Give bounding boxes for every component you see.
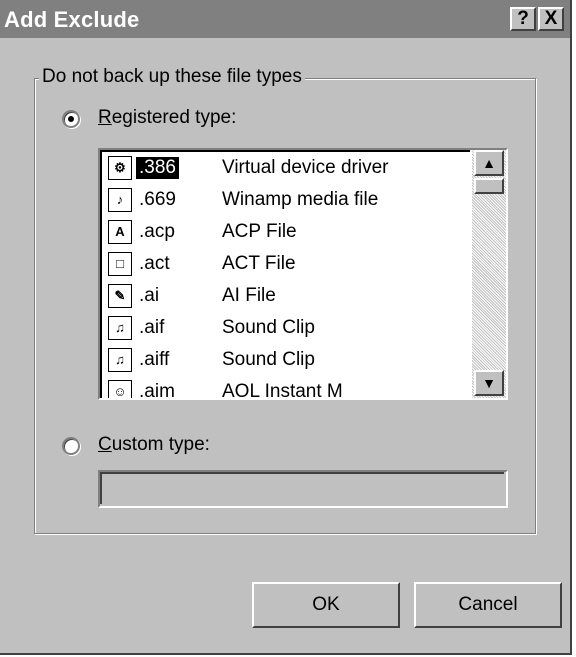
aim-icon: ☺ <box>108 380 132 398</box>
registered-label-text: egistered type: <box>111 107 237 128</box>
list-item-description: AI File <box>222 285 276 306</box>
add-exclude-dialog: Add Exclude ? X Do not back up these fil… <box>0 0 572 655</box>
list-item[interactable]: ⚙ .386 Virtual device driver <box>102 154 470 186</box>
list-item-extension: .aiff <box>139 349 170 370</box>
list-item-description: AOL Instant M <box>222 381 343 398</box>
custom-type-radio[interactable] <box>62 437 80 455</box>
registered-type-radio[interactable] <box>62 110 80 128</box>
list-item-description: ACT File <box>222 253 296 274</box>
list-item-extension: .acp <box>139 221 175 242</box>
title-bar[interactable]: Add Exclude ? X <box>0 0 570 38</box>
list-item-extension: .act <box>139 253 170 274</box>
sound-icon: ♫ <box>108 348 132 372</box>
list-item-extension: .aim <box>139 381 175 398</box>
act-icon: □ <box>108 252 132 276</box>
list-item[interactable]: A .acp ACP File <box>102 218 470 250</box>
scroll-up-button[interactable]: ▲ <box>474 150 504 176</box>
list-item-extension: .386 <box>136 157 179 179</box>
list-item-description: Winamp media file <box>222 189 379 210</box>
radio-selected-dot <box>68 116 74 122</box>
list-item[interactable]: ☺ .aim AOL Instant M <box>102 378 470 398</box>
list-item-extension: .aif <box>139 317 165 338</box>
list-item-description: Virtual device driver <box>222 157 389 178</box>
custom-label-text: ustom type: <box>111 434 210 455</box>
registered-type-list[interactable]: ⚙ .386 Virtual device driver ♪ .669 Winamp me… <box>98 148 508 400</box>
list-item[interactable]: ✎ .ai AI File <box>102 282 470 314</box>
group-label: Do not back up these file types <box>39 66 305 88</box>
help-button[interactable]: ? <box>510 7 536 31</box>
list-item[interactable]: □ .act ACT File <box>102 250 470 282</box>
list-item-extension: .ai <box>139 285 160 306</box>
ai-icon: ✎ <box>108 284 132 308</box>
acp-icon: A <box>108 220 132 244</box>
window-title: Add Exclude <box>4 7 140 32</box>
scroll-down-button[interactable]: ▼ <box>474 370 504 396</box>
media-icon: ♪ <box>108 188 132 212</box>
sound-icon: ♫ <box>108 316 132 340</box>
list-item-description: Sound Clip <box>222 349 315 370</box>
custom-type-input[interactable] <box>100 472 504 504</box>
ok-button[interactable]: OK <box>252 582 400 628</box>
registered-type-label[interactable]: Registered type: <box>98 107 236 129</box>
cancel-button[interactable]: Cancel <box>414 582 562 628</box>
list-item[interactable]: ♪ .669 Winamp media file <box>102 186 470 218</box>
list-item-extension: .669 <box>139 189 176 210</box>
list-item[interactable]: ♫ .aiff Sound Clip <box>102 346 470 378</box>
registered-mnemonic: R <box>98 107 112 128</box>
custom-mnemonic: C <box>98 434 112 455</box>
list-item[interactable]: ♫ .aif Sound Clip <box>102 314 470 346</box>
custom-type-label[interactable]: Custom type: <box>98 434 210 456</box>
driver-icon: ⚙ <box>108 156 132 180</box>
custom-type-field[interactable] <box>98 470 508 508</box>
list-items-area: ⚙ .386 Virtual device driver ♪ .669 Winamp me… <box>100 150 470 398</box>
close-button[interactable]: X <box>538 7 564 31</box>
list-item-description: Sound Clip <box>222 317 315 338</box>
list-scrollbar[interactable]: ▲ ▼ <box>472 150 506 398</box>
scroll-thumb[interactable] <box>474 178 504 194</box>
list-item-description: ACP File <box>222 221 297 242</box>
